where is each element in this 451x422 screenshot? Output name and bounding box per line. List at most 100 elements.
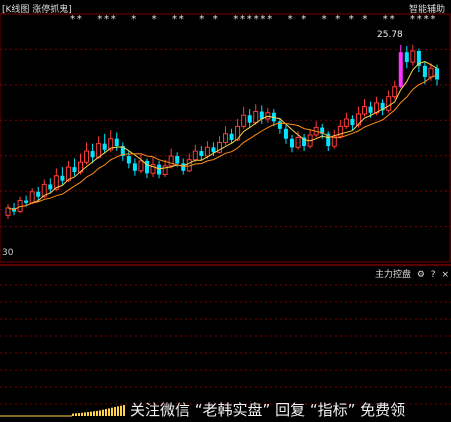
candle-body xyxy=(138,160,144,172)
signal-star: * xyxy=(104,14,109,25)
candle-body xyxy=(84,150,90,163)
candle-body xyxy=(132,163,137,171)
indicator-bar xyxy=(108,408,110,416)
candle-body xyxy=(175,156,180,164)
candle-body xyxy=(72,167,77,173)
candle-body xyxy=(422,65,427,77)
candle-body xyxy=(223,133,229,143)
signal-star: * xyxy=(77,14,82,25)
indicator-bar xyxy=(75,413,77,416)
candle-body xyxy=(204,146,210,157)
candle-body xyxy=(126,156,131,164)
indicator-bar xyxy=(96,410,98,416)
candle-body xyxy=(295,136,301,148)
candle-body xyxy=(435,68,439,80)
signal-star: * xyxy=(131,14,136,25)
signal-star: * xyxy=(424,14,429,25)
indicator-header: 主力控盘 ⚙ ? × xyxy=(375,267,449,280)
signal-star: * xyxy=(349,14,354,25)
signal-star: * xyxy=(322,14,327,25)
candle-body xyxy=(199,151,204,156)
signal-star: * xyxy=(301,14,306,25)
candle-body xyxy=(247,115,252,123)
price-low-label: 30 xyxy=(2,248,14,258)
candle-body xyxy=(168,155,174,167)
smart-assist-label[interactable]: 智能辅助 xyxy=(409,2,445,15)
signal-star: * xyxy=(410,14,415,25)
signal-star: * xyxy=(362,14,367,25)
indicator-bar xyxy=(84,412,86,416)
candle-body xyxy=(96,143,102,158)
candle-body xyxy=(29,191,35,204)
candle-body xyxy=(277,121,282,129)
indicator-bar xyxy=(102,409,104,416)
candle-body xyxy=(192,150,198,161)
gear-icon[interactable]: ⚙ xyxy=(417,270,425,280)
watermark-text: 关注微信 “老韩实盘” 回复 “指标” 免费领 xyxy=(130,401,406,419)
signal-star: * xyxy=(70,14,75,25)
signal-star: * xyxy=(254,14,259,25)
indicator-bar xyxy=(87,412,89,416)
indicator-bar xyxy=(81,412,83,416)
candle-body xyxy=(114,138,119,147)
signal-star: * xyxy=(152,14,157,25)
candle-body xyxy=(102,143,107,150)
signal-star: * xyxy=(430,14,435,25)
signal-star: * xyxy=(233,14,238,25)
candle-body xyxy=(386,96,392,111)
signal-star: * xyxy=(199,14,204,25)
candle-body xyxy=(343,118,349,127)
indicator-bar xyxy=(111,407,113,416)
indicator-bar xyxy=(117,406,119,416)
candle-body xyxy=(398,52,403,87)
signal-star: * xyxy=(417,14,422,25)
indicator-bar xyxy=(114,406,116,416)
signal-star: * xyxy=(97,14,102,25)
candle-body xyxy=(253,111,259,124)
candle-body xyxy=(181,163,186,171)
indicator-bar xyxy=(78,413,80,416)
candle-body xyxy=(157,164,162,175)
candle-body xyxy=(392,86,398,98)
candle-body xyxy=(368,106,373,113)
candle-body xyxy=(90,151,95,158)
close-icon[interactable]: × xyxy=(441,270,449,280)
indicator-label: 主力控盘 xyxy=(374,270,411,280)
signal-star: * xyxy=(179,14,184,25)
candle-body xyxy=(60,175,65,181)
indicator-bar xyxy=(99,410,101,416)
stock-chart: * * * * * * * * * * * * * * * * * * * * * * * * * * * * * xyxy=(0,13,451,417)
chart-title: [K线图 涨停抓鬼] xyxy=(2,5,72,15)
signal-star: * xyxy=(260,14,265,25)
candle-body xyxy=(350,118,355,126)
candle-body xyxy=(241,114,247,127)
candle-body xyxy=(289,138,294,148)
signal-star: * xyxy=(267,14,272,25)
signal-star: * xyxy=(247,14,252,25)
signal-star: * xyxy=(240,14,245,25)
indicator-bar xyxy=(120,405,122,416)
candle-body xyxy=(48,184,53,190)
candle-body xyxy=(283,128,288,139)
candle-body xyxy=(211,147,216,153)
candle-body xyxy=(410,50,416,63)
indicator-bar xyxy=(72,413,74,416)
candle-body xyxy=(144,160,149,174)
candle-body xyxy=(361,106,367,115)
signal-star: * xyxy=(213,14,218,25)
peak-price-label: 25.78 xyxy=(377,30,403,40)
candle-body xyxy=(428,67,434,78)
indicator-bar xyxy=(93,411,95,416)
question-icon[interactable]: ? xyxy=(431,270,436,280)
candle-body xyxy=(24,200,29,203)
candle-body xyxy=(5,207,11,216)
candle-body xyxy=(36,191,41,197)
indicator-bar xyxy=(123,405,125,416)
signal-star: * xyxy=(335,14,340,25)
indicator-bar xyxy=(105,409,107,416)
candle-body xyxy=(404,52,409,63)
signal-star: * xyxy=(172,14,177,25)
ma10-line xyxy=(7,74,438,211)
signal-star: * xyxy=(383,14,388,25)
indicator-bar xyxy=(90,411,92,416)
